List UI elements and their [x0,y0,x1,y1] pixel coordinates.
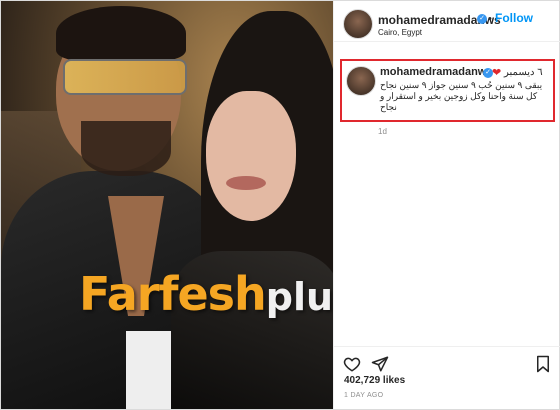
post-photo[interactable]: Farfesh plus.com [1,1,333,409]
photo-woman-lips [226,176,266,190]
caption-time: 1d [378,127,387,136]
bookmark-icon[interactable] [534,355,552,373]
photo-man-hair [56,6,186,61]
caption-username[interactable]: mohamedramadanws [380,66,492,78]
heart-emoji-icon: ❤ [492,67,502,79]
send-icon[interactable] [371,355,389,373]
post-header: mohamedramadanws ✓ • Follow Cairo, Egypt [334,1,560,42]
photo-woman-face [206,91,296,221]
photo-man-beard [81,121,171,176]
heart-outline-icon[interactable] [343,355,361,373]
post-sidebar: mohamedramadanws ✓ • Follow Cairo, Egypt… [333,1,560,409]
header-separator: • [488,13,492,25]
caption-highlight-box: mohamedramadanws ✓ ❤ ٦ ديسمبر يبقى ٩ سني… [340,59,555,122]
instagram-post: Farfesh plus.com mohamedramadanws ✓ • Fo… [0,0,560,410]
profile-avatar[interactable] [343,9,373,39]
post-location[interactable]: Cairo, Egypt [378,28,422,37]
likes-count[interactable]: 402,729 likes [344,375,405,386]
post-timestamp[interactable]: 1 DAY AGO [344,392,383,399]
caption-text: يبقى ٩ سنين حُب ٩ سنين جواز ٩ سنين نجاح … [380,80,543,112]
photo-sunglasses [63,59,187,95]
photo-jacket-right [171,251,333,409]
caption-avatar[interactable] [346,66,376,96]
action-bar [334,346,560,375]
verified-badge-icon: ✓ [477,14,487,24]
follow-button[interactable]: Follow [495,11,533,25]
caption-date: ٦ ديسمبر [504,67,543,78]
